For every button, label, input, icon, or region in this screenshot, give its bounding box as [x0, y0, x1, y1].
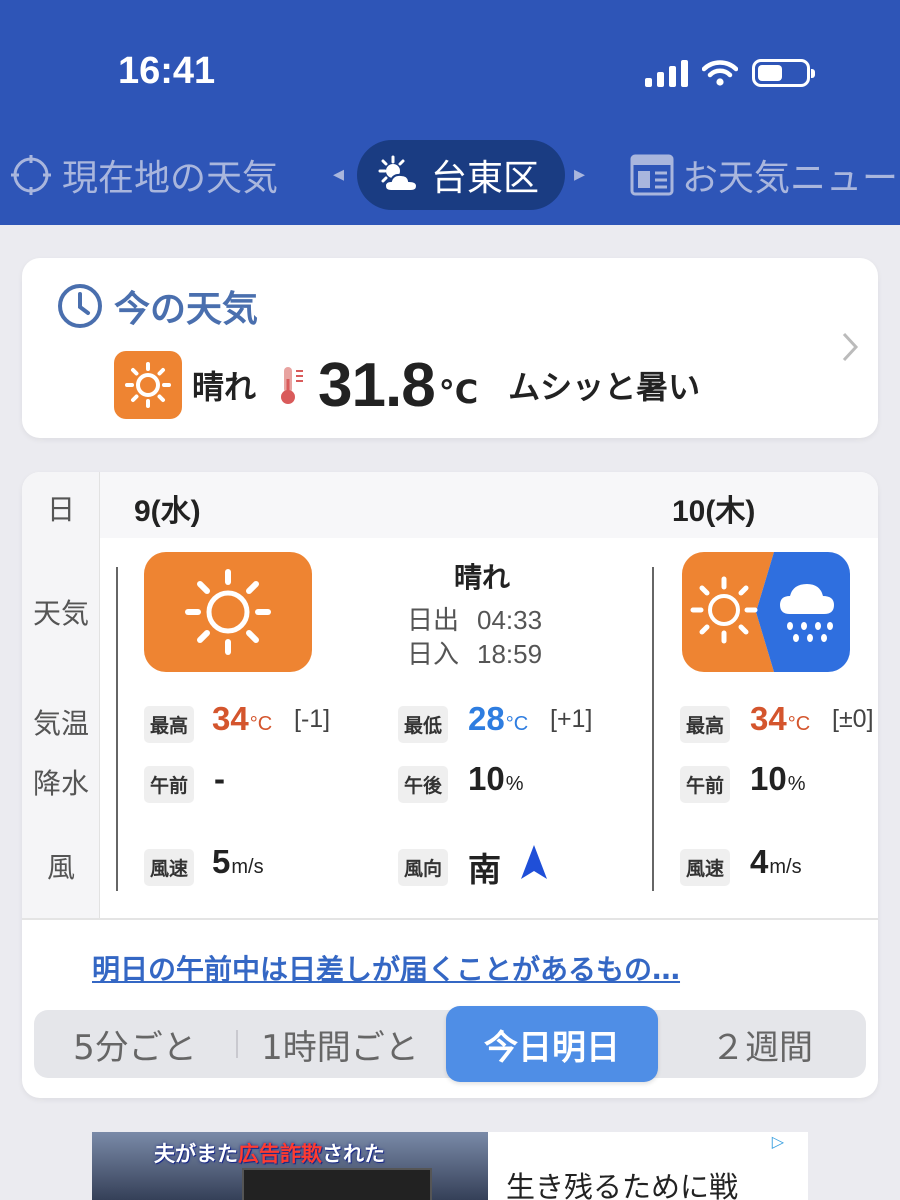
clock-icon [58, 284, 102, 328]
news-icon [630, 154, 674, 196]
ad-text[interactable]: 生き残るために戦 [506, 1164, 738, 1200]
day1-wind-speed-label: 風速 [144, 849, 195, 886]
day1-sunrise: 日出 04:33 [407, 600, 542, 637]
tab-hourly[interactable]: 1時間ごと [240, 1010, 440, 1078]
day2-am-label: 午前 [680, 766, 731, 803]
tab-weather-news-label: お天気ニュー [682, 158, 899, 199]
tab-current-location-label: 現在地の天気 [62, 158, 279, 199]
tab-two-weeks[interactable]: ２週間 [658, 1010, 866, 1078]
wifi-icon [702, 60, 738, 86]
current-condition: 晴れ [192, 368, 257, 406]
day1-sun-icon [144, 552, 312, 672]
ad-banner[interactable]: 夫がまた広告詐欺された ▷ 生き残るために戦 [92, 1132, 808, 1200]
cellular-signal-icon [645, 59, 688, 87]
day1-low-label: 最低 [398, 706, 449, 743]
sun-icon [114, 351, 182, 419]
status-time: 16:41 [118, 50, 216, 92]
current-weather-title-text: 今の天気 [114, 289, 259, 330]
day1-condition: 晴れ [453, 561, 510, 594]
tab-current-location[interactable]: 現在地の天気 [10, 138, 278, 212]
current-weather-card[interactable]: 今の天気 晴れ 31.8 °C ムシッと暑い [22, 258, 878, 438]
tab-weather-news[interactable]: お天気ニュー [630, 138, 898, 212]
day1-wind-dir-label: 風向 [398, 849, 449, 886]
day1-am-label: 午前 [144, 766, 195, 803]
ad-caption: 夫がまた広告詐欺された [154, 1142, 385, 1166]
day2-date: 10(木) [672, 495, 756, 528]
day2-am-precip: 10% [750, 760, 806, 797]
tab-5min[interactable]: 5分ごと [34, 1010, 236, 1078]
forecast-mode-tabs: 5分ごと 1時間ごと 今日明日 ２週間 [34, 1006, 866, 1082]
day1-low-temp: 28°C [468, 700, 529, 737]
sunrise-time: 04:33 [477, 605, 543, 635]
day2-wind-speed: 4m/s [750, 843, 802, 880]
day1-low-diff: [+1] [550, 705, 593, 733]
thermometer-icon [281, 367, 304, 404]
day2-divider [652, 567, 654, 891]
location-nav: 現在地の天気 ◂ 台東区 ▸ お天気ニュー [0, 138, 900, 212]
forecast-date-header: 9(水) 10(木) [100, 472, 878, 538]
sun-cloud-icon [378, 155, 419, 192]
current-weather-summary: 晴れ 31.8 °C ムシッと暑い [114, 350, 700, 420]
current-weather-title: 今の天気 [56, 280, 258, 332]
row-label-wind: 風 [46, 851, 75, 884]
current-temperature: 31.8 [318, 350, 436, 420]
forecast-news-link[interactable]: 明日の午前中は日差しが届くことがあるもの… [92, 948, 680, 988]
prev-arrow-icon[interactable]: ◂ [333, 162, 344, 187]
forecast-row-labels: 日 天気 気温 降水 風 [22, 472, 100, 918]
day1-wind-dir: 南 [468, 850, 501, 889]
day2-sun-rain-icon [682, 552, 850, 672]
day1-divider [116, 567, 118, 891]
day1-high-label: 最高 [144, 706, 195, 743]
forecast-card: 日 天気 気温 降水 風 9(水) 10(木) 晴れ 日出 04:33 日入 18:… [22, 472, 878, 1098]
tab-active-location[interactable]: 台東区 [357, 140, 566, 210]
day1-date: 9(水) [134, 495, 201, 528]
sunrise-label: 日出 [407, 606, 460, 636]
day2-high-label: 最高 [680, 706, 731, 743]
tab-active-location-label: 台東区 [431, 158, 540, 199]
row-label-temp: 気温 [32, 707, 89, 740]
current-feel: ムシッと暑い [508, 368, 701, 406]
sunset-time: 18:59 [477, 639, 543, 669]
ad-image[interactable]: 夫がまた広告詐欺された [92, 1132, 488, 1200]
day1-wind-speed: 5m/s [212, 843, 264, 880]
ad-choices-icon[interactable]: ▷ [772, 1132, 784, 1151]
app-header: 16:41 現在地の天気 ◂ 台東区 ▸ お天気ニュー [0, 0, 900, 225]
row-label-precip: 降水 [32, 767, 89, 800]
battery-level [758, 65, 782, 81]
day2-high-diff: [±0] [832, 705, 874, 733]
crosshair-icon [11, 155, 51, 195]
wind-arrow-icon [521, 845, 547, 879]
battery-icon [752, 59, 815, 87]
day1-high-temp: 34°C [212, 700, 273, 737]
status-icons [645, 56, 815, 90]
day1-pm-label: 午後 [398, 766, 449, 803]
day1-am-precip: - [214, 760, 225, 797]
day2-high-temp: 34°C [750, 700, 811, 737]
tab-today-tomorrow[interactable]: 今日明日 [446, 1006, 658, 1082]
day2-wind-speed-label: 風速 [680, 849, 731, 886]
row-label-day: 日 [46, 493, 75, 526]
ad-tv-graphic [242, 1168, 432, 1200]
chevron-right-icon[interactable] [840, 330, 860, 364]
day1-high-diff: [-1] [294, 705, 331, 733]
current-temperature-unit: °C [438, 373, 479, 411]
sunset-label: 日入 [407, 640, 460, 670]
day1-pm-precip: 10% [468, 760, 524, 797]
segment-divider [236, 1030, 238, 1058]
day1-sunset: 日入 18:59 [407, 634, 542, 671]
next-arrow-icon[interactable]: ▸ [574, 162, 585, 187]
row-label-weather: 天気 [32, 597, 89, 630]
forecast-separator [22, 918, 878, 920]
